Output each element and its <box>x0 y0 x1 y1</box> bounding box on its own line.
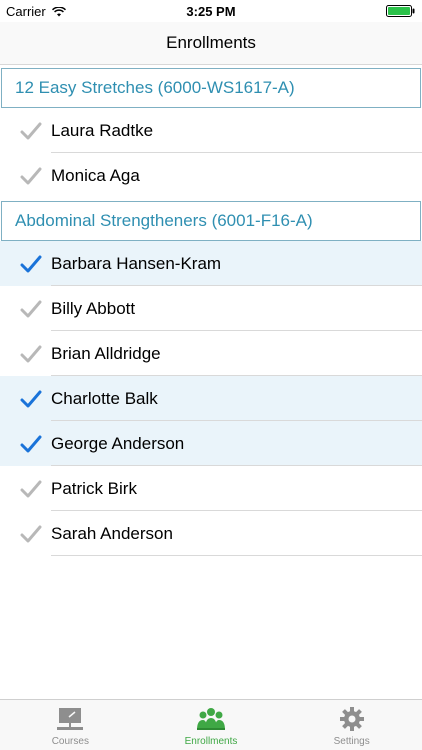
list-item[interactable]: Billy Abbott <box>0 286 422 331</box>
student-name: Laura Radtke <box>51 121 154 140</box>
tab-label: Courses <box>51 736 89 747</box>
section-header-12-easy-stretches: 12 Easy Stretches (6000-WS1617-A) <box>1 68 421 108</box>
checkmark-icon <box>20 525 42 543</box>
checkmark-icon <box>20 122 42 140</box>
list-item[interactable]: Laura Radtke <box>0 108 422 153</box>
tab-label: Enrollments <box>184 736 238 747</box>
checkmark-icon <box>20 480 42 498</box>
tab-courses[interactable]: Courses <box>0 700 141 750</box>
student-name: Sarah Anderson <box>51 524 173 543</box>
list-item[interactable]: Charlotte Balk <box>0 376 422 421</box>
page-title: Enrollments <box>166 33 256 52</box>
tab-settings[interactable]: Settings <box>281 700 422 750</box>
people-group-icon <box>197 708 225 730</box>
student-name: Barbara Hansen-Kram <box>51 254 222 273</box>
list-item[interactable]: Sarah Anderson <box>0 511 422 556</box>
enrollment-list[interactable]: 12 Easy Stretches (6000-WS1617-A) Laura … <box>0 65 422 556</box>
checkmark-icon <box>20 300 42 318</box>
list-item[interactable]: Monica Aga <box>0 153 422 198</box>
tab-label: Settings <box>333 736 370 747</box>
checkmark-icon <box>20 255 42 273</box>
list-item[interactable]: Brian Alldridge <box>0 331 422 376</box>
classroom-board-icon <box>57 708 84 730</box>
status-bar: Carrier 3:25 PM <box>0 0 422 22</box>
checkmark-icon <box>20 345 42 363</box>
section-header-abdominal-strengtheners: Abdominal Strengtheners (6001-F16-A) <box>1 201 421 241</box>
list-item[interactable]: George Anderson <box>0 421 422 466</box>
checkmark-icon <box>20 167 42 185</box>
tab-enrollments[interactable]: Enrollments <box>141 700 282 750</box>
enrollments-screen: Carrier 3:25 PM Enrollments 12 Easy Stre… <box>0 0 422 750</box>
student-name: Brian Alldridge <box>51 344 161 363</box>
student-name: Charlotte Balk <box>51 389 158 408</box>
list-item[interactable]: Barbara Hansen-Kram <box>0 241 422 286</box>
student-name: Patrick Birk <box>51 479 137 498</box>
navigation-bar: Enrollments <box>0 22 422 65</box>
gear-icon <box>339 707 364 731</box>
row-divider <box>51 555 422 556</box>
tab-bar: Courses Enrollments Settings <box>0 699 422 750</box>
status-time: 3:25 PM <box>186 4 236 19</box>
battery-icon <box>386 5 415 17</box>
student-name: George Anderson <box>51 434 185 453</box>
student-name: Monica Aga <box>51 166 140 185</box>
student-name: Billy Abbott <box>51 299 136 318</box>
checkmark-icon <box>20 390 42 408</box>
checkmark-icon <box>20 435 42 453</box>
list-item[interactable]: Patrick Birk <box>0 466 422 511</box>
